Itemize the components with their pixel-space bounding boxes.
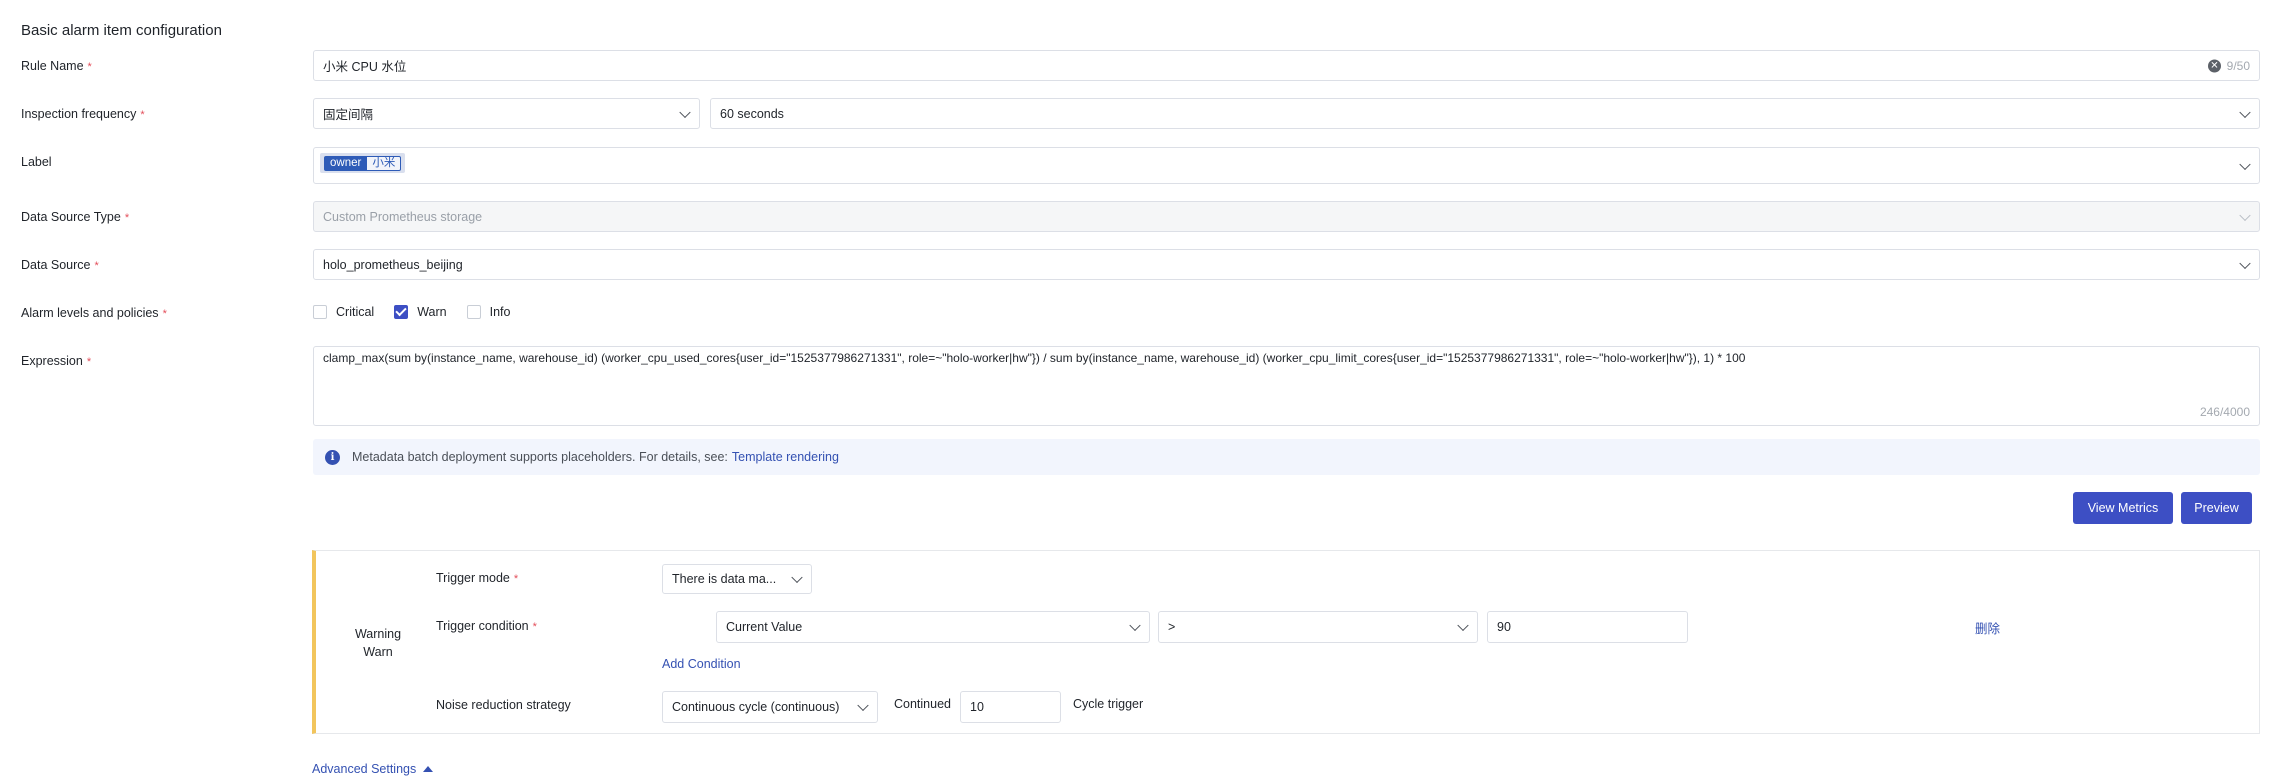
template-rendering-link[interactable]: Template rendering [732,450,839,464]
rule-name-value: 小米 CPU 水位 [323,60,407,74]
chevron-down-icon [2239,257,2251,269]
info-text: Metadata batch deployment supports place… [352,450,728,464]
chevron-down-icon [679,106,691,118]
continued-cycles-input[interactable]: 10 [960,691,1061,723]
noise-reduction-label: Noise reduction strategy [436,698,571,712]
label-field-label: Label [21,155,52,169]
condition-metric-select[interactable]: Current Value [716,611,1150,643]
trigger-mode-label: Trigger mode * [436,571,519,585]
checkbox-box[interactable] [313,305,327,319]
preview-button[interactable]: Preview [2181,492,2252,524]
trigger-mode-value: There is data ma... [672,572,777,586]
expression-textarea[interactable]: clamp_max(sum by(instance_name, warehous… [313,346,2260,426]
tag-value: 小米 [367,155,402,171]
alarm-levels-group: Critical Warn Info [313,305,530,319]
checkbox-label: Critical [336,305,375,319]
data-source-value: holo_prometheus_beijing [323,257,463,272]
checkbox-info[interactable]: Info [466,305,511,319]
chevron-down-icon [1457,619,1469,632]
noise-strategy-value: Continuous cycle (continuous) [672,700,840,714]
chevron-down-icon [2239,158,2251,170]
cycle-trigger-label: Cycle trigger [1073,697,1144,711]
expression-value: clamp_max(sum by(instance_name, warehous… [323,351,1746,365]
data-source-select[interactable]: holo_prometheus_beijing [313,249,2260,280]
chevron-down-icon [791,571,803,584]
frequency-mode-value: 固定间隔 [323,108,374,122]
trigger-mode-select[interactable]: There is data ma... [662,564,812,594]
required-mark: * [87,61,92,73]
label-select[interactable]: owner 小米 [313,147,2260,184]
required-mark: * [140,109,145,121]
checkbox-box[interactable] [466,305,481,319]
expression-counter: 246/4000 [2199,405,2250,420]
chevron-down-icon [1129,619,1141,632]
frequency-mode-select[interactable]: 固定间隔 [313,98,700,129]
condition-operator-value: > [1168,620,1176,634]
view-metrics-button[interactable]: View Metrics [2073,492,2173,524]
advanced-settings-toggle[interactable]: Advanced Settings [312,762,434,776]
level-title: Warning [354,627,402,641]
data-source-type-select: Custom Prometheus storage [313,201,2260,232]
condition-metric-value: Current Value [726,620,803,634]
inspection-frequency-label: Inspection frequency * [21,107,145,121]
frequency-interval-value: 60 seconds [720,106,784,121]
condition-threshold-input[interactable]: 90 [1487,611,1688,643]
required-mark: * [86,356,92,368]
expression-label: Expression * [21,354,92,368]
clear-icon[interactable]: ✕ [2208,59,2221,72]
checkbox-label: Info [489,305,511,319]
label-tag[interactable]: owner 小米 [320,153,406,173]
frequency-interval-select[interactable]: 60 seconds [710,98,2260,129]
condition-threshold-value: 90 [1497,620,1511,634]
required-mark: * [532,621,537,633]
continued-cycles-value: 10 [970,700,984,714]
required-mark: * [162,308,167,320]
caret-up-icon [423,766,434,772]
delete-condition-link[interactable]: 删除 [1975,618,2000,637]
continued-label: Continued [894,697,951,711]
chevron-down-icon [2239,209,2251,221]
data-source-type-value: Custom Prometheus storage [323,209,483,224]
alarm-levels-label: Alarm levels and policies * [21,306,167,320]
level-subtitle: Warn [363,645,393,659]
required-mark: * [124,212,130,224]
condition-operator-select[interactable]: > [1158,611,1478,643]
info-banner: i Metadata batch deployment supports pla… [313,439,2260,475]
data-source-label: Data Source * [21,258,99,272]
required-mark: * [513,573,519,585]
required-mark: * [94,260,99,272]
rule-name-counter: 9/50 [2226,58,2250,73]
chevron-down-icon [857,699,869,712]
info-icon: i [325,449,340,465]
chevron-down-icon [2239,106,2251,118]
warn-level-title: Warning Warn [338,625,418,661]
checkbox-warn[interactable]: Warn [394,305,447,319]
checkbox-critical[interactable]: Critical [313,305,374,319]
rule-name-input[interactable]: 小米 CPU 水位 ✕ 9/50 [313,50,2260,81]
checkbox-label: Warn [417,305,447,319]
advanced-settings-label: Advanced Settings [312,762,417,776]
section-title: Basic alarm item configuration [21,22,222,39]
add-condition-link[interactable]: Add Condition [662,657,741,671]
trigger-condition-label: Trigger condition * [436,619,537,633]
noise-strategy-select[interactable]: Continuous cycle (continuous) [662,691,878,723]
data-source-type-label: Data Source Type * [21,210,130,224]
checkbox-box[interactable] [394,305,409,319]
rule-name-label: Rule Name * [21,59,92,73]
tag-key: owner [324,155,368,171]
